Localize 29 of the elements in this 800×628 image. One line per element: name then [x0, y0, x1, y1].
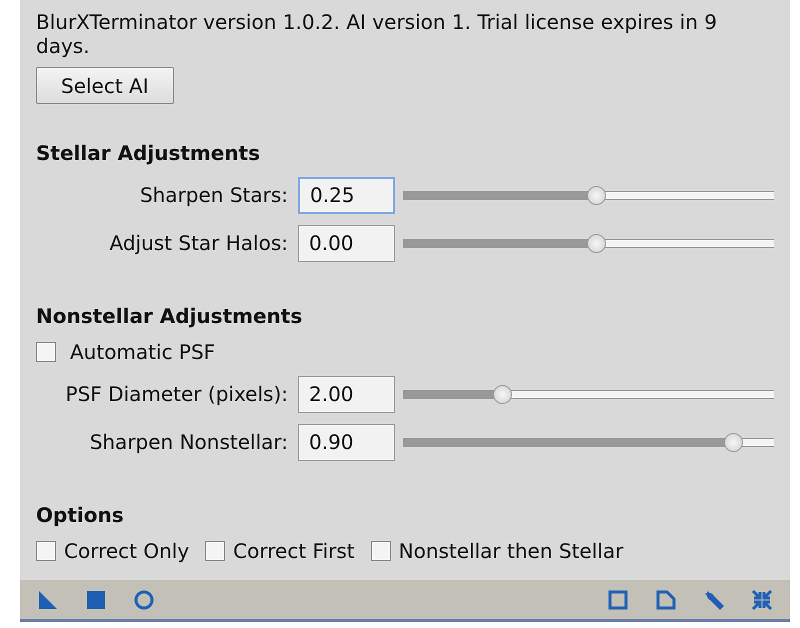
value-field[interactable]: 2.00: [298, 376, 395, 412]
section-heading: Nonstellar Adjustments: [36, 304, 304, 328]
checkbox-label: Nonstellar then Stellar: [398, 538, 624, 565]
slider-thumb[interactable]: [724, 432, 744, 452]
field-label: Adjust Star Halos:: [108, 230, 289, 257]
slider-thumb[interactable]: [587, 186, 606, 204]
checkbox[interactable]: [370, 541, 391, 561]
checkbox[interactable]: [36, 541, 56, 561]
circle-icon[interactable]: [132, 588, 156, 612]
value-field[interactable]: 0.90: [298, 424, 395, 460]
checkbox[interactable]: [205, 541, 226, 561]
checkbox-label: Automatic PSF: [70, 339, 216, 366]
window-icon[interactable]: [606, 588, 630, 612]
info-text: BlurXTerminator version 1.0.2. AI version 1. Trial license expires in 9 days.: [36, 10, 718, 58]
field-label: PSF Diameter (pixels):: [64, 381, 289, 408]
value-field[interactable]: 0.25: [298, 176, 395, 214]
field-label: Sharpen Stars:: [138, 182, 289, 209]
slider-thumb[interactable]: [587, 234, 606, 252]
checkbox[interactable]: [36, 342, 56, 362]
select-ai-button[interactable]: Select AI: [36, 67, 174, 104]
checkbox-label: Correct Only: [64, 538, 190, 565]
collapse-icon[interactable]: [750, 588, 774, 612]
checkbox-label: Correct First: [233, 538, 355, 565]
section-heading: Stellar Adjustments: [36, 141, 262, 165]
slider-thumb[interactable]: [493, 384, 512, 404]
value-field[interactable]: 0.00: [298, 224, 395, 262]
document-icon[interactable]: [654, 588, 678, 612]
section-heading: Options: [36, 503, 125, 527]
field-label: Sharpen Nonstellar:: [88, 429, 289, 456]
